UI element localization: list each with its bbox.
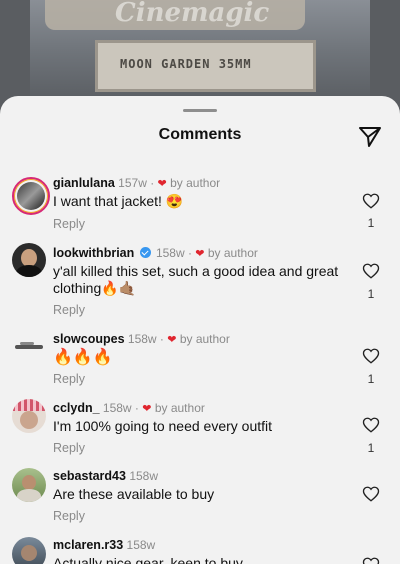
comments-sheet: Comments gianlulana 157w · ❤ by author I… bbox=[0, 96, 400, 564]
avatar[interactable] bbox=[12, 177, 50, 215]
comment-text: Actually nice gear, keen to buy bbox=[53, 555, 243, 564]
liked-by-author: by author bbox=[179, 332, 230, 346]
username[interactable]: mclaren.r33 bbox=[53, 538, 123, 552]
reply-button[interactable]: Reply bbox=[53, 441, 85, 455]
reply-button[interactable]: Reply bbox=[53, 372, 85, 386]
comment-meta: sebastard43 158w bbox=[53, 469, 158, 483]
heart-filled-icon: ❤ bbox=[157, 178, 167, 190]
avatar[interactable] bbox=[12, 243, 46, 277]
username[interactable]: lookwithbrian bbox=[53, 246, 134, 260]
comment-meta: gianlulana 157w · ❤ by author bbox=[53, 176, 221, 190]
timestamp: 158w bbox=[155, 246, 185, 260]
liked-by-author: by author bbox=[154, 401, 205, 415]
comment-meta: mclaren.r33 158w bbox=[53, 538, 155, 552]
heart-outline-icon[interactable] bbox=[362, 192, 380, 210]
avatar[interactable] bbox=[12, 537, 46, 564]
like-count: 1 bbox=[367, 287, 375, 301]
heart-filled-icon: ❤ bbox=[195, 248, 205, 260]
comment-text: I want that jacket! 😍 bbox=[53, 193, 184, 209]
timestamp: 158w bbox=[127, 332, 157, 346]
heart-outline-icon[interactable] bbox=[362, 485, 380, 503]
marquee-text: Cinemagic bbox=[115, 0, 270, 28]
comment-meta: cclydn_ 158w · ❤ by author bbox=[53, 401, 205, 415]
comment-text: Are these available to buy bbox=[53, 486, 215, 502]
avatar[interactable] bbox=[12, 399, 46, 433]
liked-by-author: by author bbox=[207, 246, 258, 260]
timestamp: 158w bbox=[126, 538, 156, 552]
comment-meta: lookwithbrian 158w · ❤ by author bbox=[53, 246, 258, 260]
avatar[interactable] bbox=[12, 330, 46, 364]
heart-outline-icon[interactable] bbox=[362, 262, 380, 280]
sheet-title: Comments bbox=[158, 126, 242, 143]
theater-marquee: Cinemagic bbox=[45, 0, 305, 30]
timestamp: 157w bbox=[118, 176, 147, 190]
comment-text: I'm 100% going to need every outfit bbox=[53, 418, 273, 434]
like-count: 1 bbox=[367, 441, 375, 455]
liked-by-author: by author bbox=[170, 176, 221, 190]
username[interactable]: sebastard43 bbox=[53, 469, 126, 483]
comment-meta: slowcoupes 158w · ❤ by author bbox=[53, 332, 230, 346]
reply-button[interactable]: Reply bbox=[53, 509, 85, 523]
reply-button[interactable]: Reply bbox=[53, 217, 85, 231]
timestamp: 158w bbox=[102, 401, 132, 415]
verified-badge-icon bbox=[139, 247, 151, 258]
send-icon[interactable] bbox=[358, 125, 382, 149]
heart-outline-icon[interactable] bbox=[362, 347, 380, 365]
username[interactable]: cclydn_ bbox=[53, 401, 100, 415]
comment-text: y'all killed this set, such a good idea … bbox=[53, 263, 339, 296]
comment-text: 🔥🔥🔥 bbox=[53, 349, 113, 366]
username[interactable]: gianlulana bbox=[53, 176, 115, 190]
drag-handle[interactable] bbox=[183, 109, 217, 112]
heart-outline-icon[interactable] bbox=[362, 556, 380, 564]
like-count: 1 bbox=[367, 216, 375, 230]
heart-outline-icon[interactable] bbox=[362, 416, 380, 434]
heart-filled-icon: ❤ bbox=[167, 334, 177, 346]
username[interactable]: slowcoupes bbox=[53, 332, 125, 346]
sign-text: MOON GARDEN 35MM bbox=[120, 57, 252, 71]
theater-sign: MOON GARDEN 35MM bbox=[95, 40, 316, 92]
timestamp: 158w bbox=[129, 469, 158, 483]
heart-filled-icon: ❤ bbox=[142, 403, 152, 415]
avatar[interactable] bbox=[12, 468, 46, 502]
reply-button[interactable]: Reply bbox=[53, 303, 85, 317]
like-count: 1 bbox=[367, 372, 375, 386]
